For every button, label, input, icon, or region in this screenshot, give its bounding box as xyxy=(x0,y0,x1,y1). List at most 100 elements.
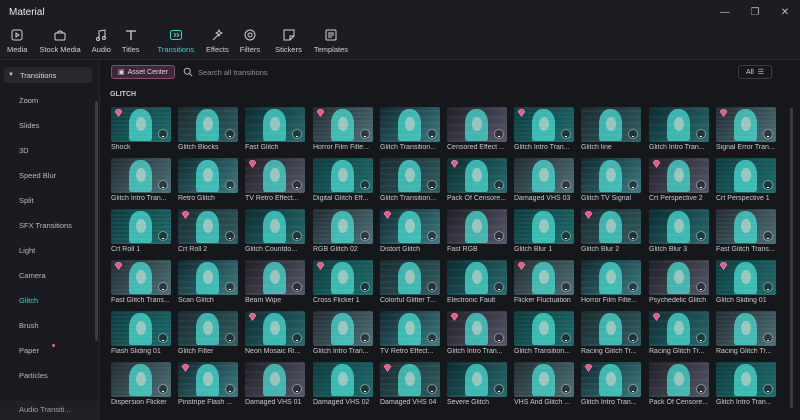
download-icon[interactable] xyxy=(628,333,638,343)
download-icon[interactable] xyxy=(158,384,168,394)
transition-item[interactable]: Horror Film Filte... xyxy=(581,260,641,306)
tab-audio[interactable]: Audio xyxy=(89,24,114,54)
tab-templates[interactable]: Templates xyxy=(311,24,351,54)
download-icon[interactable] xyxy=(292,384,302,394)
download-icon[interactable] xyxy=(427,384,437,394)
download-icon[interactable] xyxy=(158,282,168,292)
download-icon[interactable] xyxy=(763,180,773,190)
sidebar-item-particles[interactable]: Particles xyxy=(19,371,48,380)
download-icon[interactable] xyxy=(427,129,437,139)
sidebar-item-zoom[interactable]: Zoom xyxy=(19,96,38,105)
filter-dropdown[interactable]: All ☰ xyxy=(738,65,772,79)
download-icon[interactable] xyxy=(696,384,706,394)
transition-item[interactable]: Glitch Blur 3 xyxy=(649,209,709,255)
download-icon[interactable] xyxy=(696,282,706,292)
transition-item[interactable]: Glitch Transition... xyxy=(514,311,574,357)
transition-item[interactable]: Glitch Intro Tran... xyxy=(313,311,373,357)
download-icon[interactable] xyxy=(628,180,638,190)
download-icon[interactable] xyxy=(763,333,773,343)
download-icon[interactable] xyxy=(225,129,235,139)
transition-item[interactable]: VHS And Glitch ... xyxy=(514,362,574,408)
download-icon[interactable] xyxy=(696,129,706,139)
download-icon[interactable] xyxy=(494,333,504,343)
download-icon[interactable] xyxy=(494,384,504,394)
download-icon[interactable] xyxy=(628,384,638,394)
transition-item[interactable]: Glitch Blocks xyxy=(178,107,238,153)
transition-item[interactable]: Digital Glitch Eff... xyxy=(313,158,373,204)
download-icon[interactable] xyxy=(292,231,302,241)
transition-item[interactable]: Beam Wipe xyxy=(245,260,305,306)
transition-item[interactable]: Glitch Intro Tran... xyxy=(514,107,574,153)
transition-item[interactable]: Shock xyxy=(111,107,171,153)
transition-item[interactable]: Damaged VHS 01 xyxy=(245,362,305,408)
transition-item[interactable]: Fast RGB xyxy=(447,209,507,255)
download-icon[interactable] xyxy=(360,384,370,394)
download-icon[interactable] xyxy=(494,180,504,190)
transition-item[interactable]: Psychedelic Glitch xyxy=(649,260,709,306)
download-icon[interactable] xyxy=(225,282,235,292)
transition-item[interactable]: Glitch Intro Tran... xyxy=(649,107,709,153)
tab-transitions[interactable]: Transitions xyxy=(155,24,197,54)
download-icon[interactable] xyxy=(696,333,706,343)
transition-item[interactable]: Glitch Intro Tran... xyxy=(716,362,776,408)
search-input[interactable] xyxy=(198,67,398,77)
transition-item[interactable]: Racing Glitch Tr... xyxy=(581,311,641,357)
transition-item[interactable]: Pack Of Censore... xyxy=(649,362,709,408)
transition-item[interactable]: RGB Glitch 02 xyxy=(313,209,373,255)
download-icon[interactable] xyxy=(360,180,370,190)
download-icon[interactable] xyxy=(763,231,773,241)
transition-item[interactable]: Fast Glitch xyxy=(245,107,305,153)
transition-item[interactable]: Fast Glitch Trans... xyxy=(716,209,776,255)
sidebar-item-split[interactable]: Split xyxy=(19,196,34,205)
transition-item[interactable]: Glitch Transition... xyxy=(380,107,440,153)
download-icon[interactable] xyxy=(360,333,370,343)
transition-item[interactable]: Crt Roll 2 xyxy=(178,209,238,255)
close-icon[interactable]: ✕ xyxy=(770,0,800,24)
download-icon[interactable] xyxy=(561,384,571,394)
sidebar-item-paper[interactable]: Paper xyxy=(19,346,39,355)
transition-item[interactable]: Flash Sliding 01 xyxy=(111,311,171,357)
transition-item[interactable]: Distort Glitch xyxy=(380,209,440,255)
transition-item[interactable]: Glitch TV Signal xyxy=(581,158,641,204)
sidebar-item-light[interactable]: Light xyxy=(19,246,35,255)
sidebar-item-audio-transitions[interactable]: Audio Transiti... xyxy=(0,401,100,420)
download-icon[interactable] xyxy=(427,333,437,343)
transition-item[interactable]: Glitch Blur 1 xyxy=(514,209,574,255)
tab-titles[interactable]: Titles xyxy=(119,24,143,54)
transition-item[interactable]: Retro Glitch xyxy=(178,158,238,204)
sidebar-scrollbar[interactable] xyxy=(95,101,98,341)
download-icon[interactable] xyxy=(494,231,504,241)
download-icon[interactable] xyxy=(225,384,235,394)
tab-stickers[interactable]: Stickers xyxy=(272,24,305,54)
download-icon[interactable] xyxy=(292,180,302,190)
transition-item[interactable]: Cross Flicker 1 xyxy=(313,260,373,306)
download-icon[interactable] xyxy=(158,180,168,190)
download-icon[interactable] xyxy=(158,129,168,139)
download-icon[interactable] xyxy=(696,231,706,241)
download-icon[interactable] xyxy=(628,129,638,139)
transition-item[interactable]: Electronic Fault xyxy=(447,260,507,306)
sidebar-item-camera[interactable]: Camera xyxy=(19,271,46,280)
transition-item[interactable]: Glitch line xyxy=(581,107,641,153)
download-icon[interactable] xyxy=(427,282,437,292)
download-icon[interactable] xyxy=(292,282,302,292)
download-icon[interactable] xyxy=(561,282,571,292)
download-icon[interactable] xyxy=(561,231,571,241)
tab-media[interactable]: Media xyxy=(4,24,30,54)
download-icon[interactable] xyxy=(225,180,235,190)
sidebar-header-transitions[interactable]: ▼ Transitions xyxy=(4,67,92,83)
transition-item[interactable]: Neon Mosaic Ri... xyxy=(245,311,305,357)
download-icon[interactable] xyxy=(561,180,571,190)
transition-item[interactable]: Signal Error Tran... xyxy=(716,107,776,153)
download-icon[interactable] xyxy=(561,129,571,139)
transition-item[interactable]: Censored Effect ... xyxy=(447,107,507,153)
download-icon[interactable] xyxy=(696,180,706,190)
restore-icon[interactable]: ❐ xyxy=(740,0,770,24)
download-icon[interactable] xyxy=(763,129,773,139)
tab-filters[interactable]: Filters xyxy=(237,24,263,54)
transition-item[interactable]: Glitch Intro Tran... xyxy=(447,311,507,357)
download-icon[interactable] xyxy=(225,333,235,343)
sidebar-item-3d[interactable]: 3D xyxy=(19,146,29,155)
download-icon[interactable] xyxy=(360,129,370,139)
sidebar-item-speed-blur[interactable]: Speed Blur xyxy=(19,171,56,180)
